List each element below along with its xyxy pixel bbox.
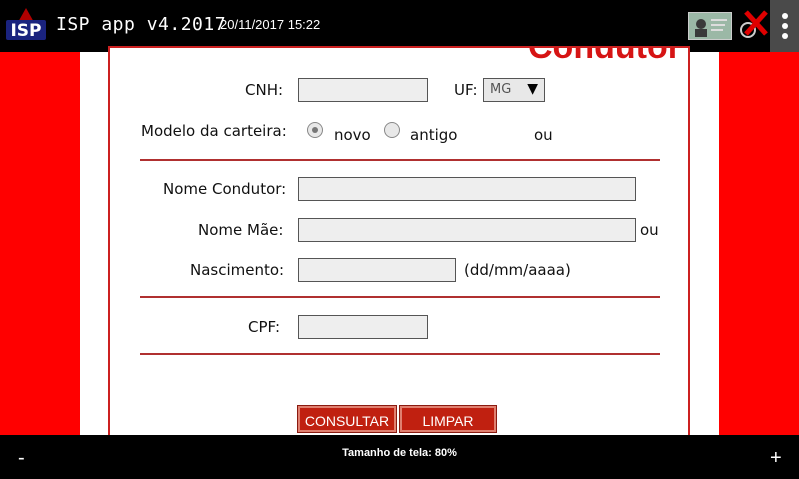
cpf-label: CPF: xyxy=(248,318,281,336)
screen-size-label: Tamanho de tela: 80% xyxy=(342,447,457,459)
cnh-input[interactable] xyxy=(298,78,428,102)
app-bar: ISP ISP app v4.2017 20/11/2017 15:22 xyxy=(0,0,799,52)
license-photo-icon[interactable] xyxy=(688,12,732,40)
section-divider xyxy=(140,353,660,355)
form-title: Condutor xyxy=(528,46,681,66)
or-text-2: ou xyxy=(640,221,659,239)
isp-logo: ISP xyxy=(6,8,46,41)
nascimento-label: Nascimento: xyxy=(190,261,285,279)
cnh-label: CNH: xyxy=(245,81,284,99)
radio-novo-label: novo xyxy=(334,126,371,144)
uf-label: UF: xyxy=(454,81,478,99)
cpf-input[interactable] xyxy=(298,315,428,339)
section-divider xyxy=(140,159,660,161)
uf-select-value: MG xyxy=(490,82,512,97)
form-card: Condutor CNH: UF: MG ▼ Modelo da carteir… xyxy=(108,46,690,446)
dropdown-arrow-icon: ▼ xyxy=(527,81,538,97)
left-red-panel xyxy=(0,52,80,435)
datetime: 20/11/2017 15:22 xyxy=(220,17,321,32)
modelo-label: Modelo da carteira: xyxy=(141,122,287,140)
zoom-in-button[interactable]: + xyxy=(770,447,782,470)
svg-text:ISP: ISP xyxy=(10,21,41,41)
limpar-button[interactable]: LIMPAR xyxy=(399,405,497,433)
close-icon[interactable] xyxy=(740,8,770,40)
nome-mae-label: Nome Mãe: xyxy=(198,221,284,239)
section-divider xyxy=(140,296,660,298)
nome-condutor-input[interactable] xyxy=(298,177,636,201)
radio-antigo[interactable] xyxy=(384,122,400,138)
bottom-bar: - Tamanho de tela: 80% + xyxy=(0,435,799,479)
app-title: ISP app v4.2017 xyxy=(56,14,227,35)
consultar-button[interactable]: CONSULTAR xyxy=(297,405,397,433)
nome-condutor-label: Nome Condutor: xyxy=(163,180,287,198)
nascimento-hint: (dd/mm/aaaa) xyxy=(464,261,571,279)
uf-select[interactable]: MG ▼ xyxy=(483,78,545,102)
right-red-panel xyxy=(719,52,799,435)
overflow-menu-icon[interactable] xyxy=(770,0,799,52)
nascimento-input[interactable] xyxy=(298,258,456,282)
radio-antigo-label: antigo xyxy=(410,126,458,144)
nome-mae-input[interactable] xyxy=(298,218,636,242)
or-text-1: ou xyxy=(534,126,553,144)
radio-novo[interactable] xyxy=(307,122,323,138)
